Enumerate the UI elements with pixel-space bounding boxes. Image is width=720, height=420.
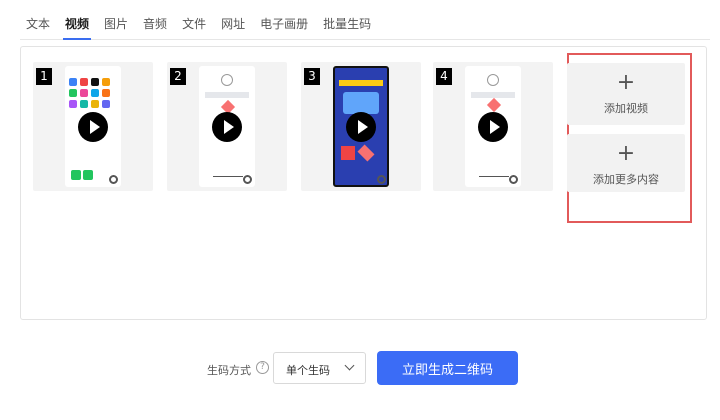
tab-text[interactable]: 文本 <box>20 15 56 39</box>
video-index-badge: 2 <box>170 68 186 85</box>
video-index-badge: 3 <box>304 68 320 85</box>
video-index-badge: 4 <box>436 68 452 85</box>
address-bar <box>205 92 249 98</box>
play-icon[interactable] <box>478 112 508 142</box>
tab-ebook[interactable]: 电子画册 <box>254 15 314 39</box>
pointer-icon <box>486 97 502 113</box>
banner-strip <box>339 80 383 86</box>
record-icon <box>509 175 518 184</box>
avatar-icon <box>487 74 499 86</box>
home-indicator <box>479 176 509 177</box>
generate-qrcode-button[interactable]: 立即生成二维码 <box>377 351 518 385</box>
play-icon[interactable] <box>212 112 242 142</box>
add-video-button[interactable]: + 添加视频 <box>567 63 685 125</box>
tab-video[interactable]: 视频 <box>59 15 95 40</box>
video-thumbnail[interactable]: 1 <box>33 62 153 191</box>
video-thumbnail[interactable]: 4 <box>433 62 553 191</box>
add-more-content-button[interactable]: + 添加更多内容 <box>567 134 685 192</box>
plus-icon: + <box>616 141 636 166</box>
generation-mode-value: 单个生码 <box>286 364 330 377</box>
play-icon[interactable] <box>78 112 108 142</box>
generation-mode-select[interactable]: 单个生码 <box>273 352 366 384</box>
video-thumbnail[interactable]: 2 <box>167 62 287 191</box>
pointer-icon <box>357 144 375 162</box>
red-tile <box>341 146 355 160</box>
add-video-label: 添加视频 <box>604 102 648 115</box>
content-type-tabs: 文本 视频 图片 音频 文件 网址 电子画册 批量生码 <box>20 0 710 40</box>
tab-audio[interactable]: 音频 <box>137 15 173 39</box>
video-panel: 1 2 3 4 + 添加视频 + 添加更多内容 <box>20 46 707 320</box>
avatar-icon <box>221 74 233 86</box>
chevron-down-icon <box>344 360 355 371</box>
tab-url[interactable]: 网址 <box>215 15 251 39</box>
add-more-content-label: 添加更多内容 <box>593 173 659 186</box>
plus-icon: + <box>616 70 636 95</box>
wechat-icon <box>71 170 81 180</box>
help-icon[interactable]: ? <box>256 361 269 374</box>
video-thumbnail[interactable]: 3 <box>301 62 421 191</box>
phone-icon <box>83 170 93 180</box>
tab-image[interactable]: 图片 <box>98 15 134 39</box>
promo-block <box>343 92 379 114</box>
home-indicator <box>213 176 243 177</box>
record-icon <box>243 175 252 184</box>
app-grid <box>69 78 117 108</box>
video-index-badge: 1 <box>36 68 52 85</box>
record-icon <box>109 175 118 184</box>
generation-mode-label: 生码方式 <box>207 364 251 377</box>
play-icon[interactable] <box>346 112 376 142</box>
tab-file[interactable]: 文件 <box>176 15 212 39</box>
tab-batch[interactable]: 批量生码 <box>317 15 377 39</box>
record-icon <box>377 175 386 184</box>
